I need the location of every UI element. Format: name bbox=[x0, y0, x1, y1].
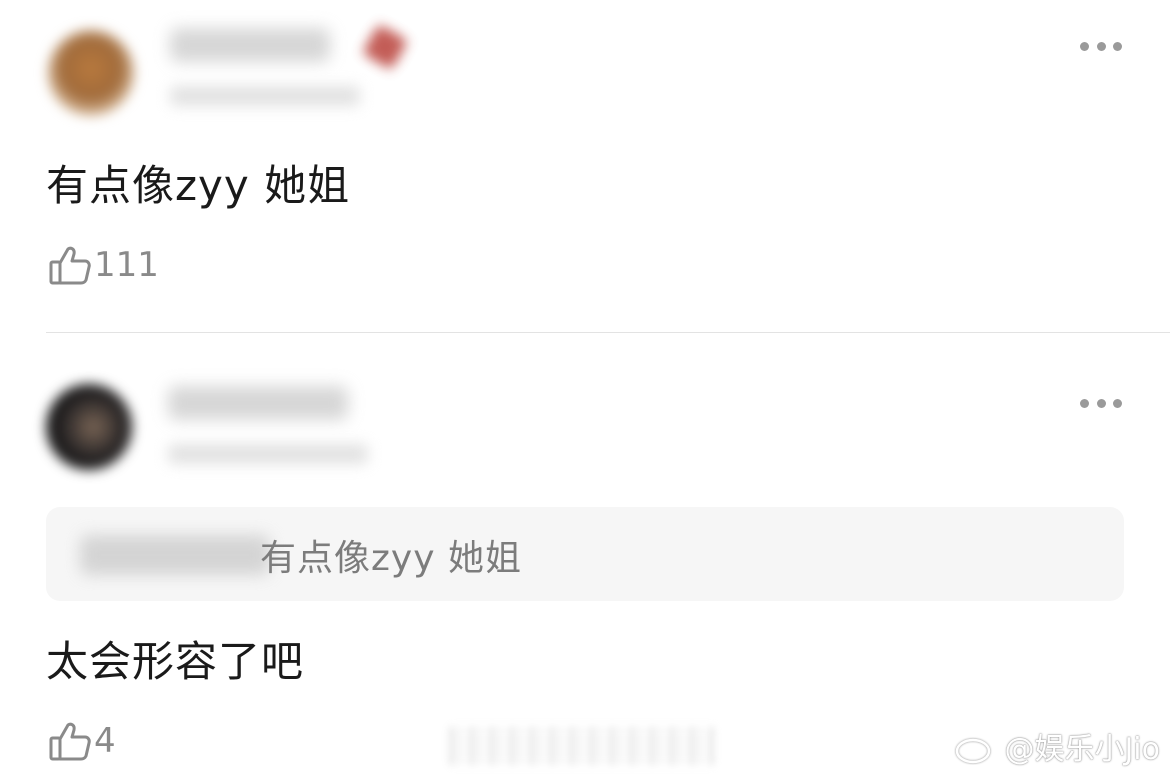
thumbs-up-icon bbox=[49, 246, 91, 285]
quoted-text: 有点像zyy 她姐 bbox=[260, 538, 522, 579]
like-count: 4 bbox=[94, 721, 116, 761]
more-options-button[interactable] bbox=[1080, 397, 1122, 409]
ellipsis-icon bbox=[1080, 41, 1089, 51]
avatar[interactable] bbox=[46, 384, 132, 470]
watermark-text: @娱乐小Jio bbox=[1004, 732, 1160, 767]
comment-text: 太会形容了吧 bbox=[46, 637, 305, 686]
avatar[interactable] bbox=[48, 30, 134, 116]
like-button[interactable]: 111 bbox=[48, 242, 159, 288]
comment-text: 有点像zyy 她姐 bbox=[46, 161, 351, 210]
timestamp-blurred bbox=[170, 86, 360, 106]
username-blurred[interactable] bbox=[170, 28, 330, 62]
watermark: @娱乐小Jio bbox=[954, 724, 1160, 768]
like-count: 111 bbox=[94, 245, 159, 285]
divider bbox=[46, 332, 1170, 333]
more-options-button[interactable] bbox=[1080, 40, 1122, 52]
blurred-overlay bbox=[450, 727, 715, 765]
thumbs-up-icon bbox=[49, 722, 91, 761]
timestamp-blurred bbox=[168, 444, 368, 464]
weibo-logo-icon bbox=[956, 731, 998, 764]
ellipsis-icon bbox=[1080, 398, 1089, 408]
like-button[interactable]: 4 bbox=[48, 718, 116, 764]
quoted-reply[interactable]: 有点像zyy 她姐 bbox=[46, 507, 1124, 601]
user-badge-icon bbox=[361, 23, 409, 71]
quoted-username-blurred bbox=[80, 535, 270, 575]
username-blurred[interactable] bbox=[168, 386, 348, 420]
